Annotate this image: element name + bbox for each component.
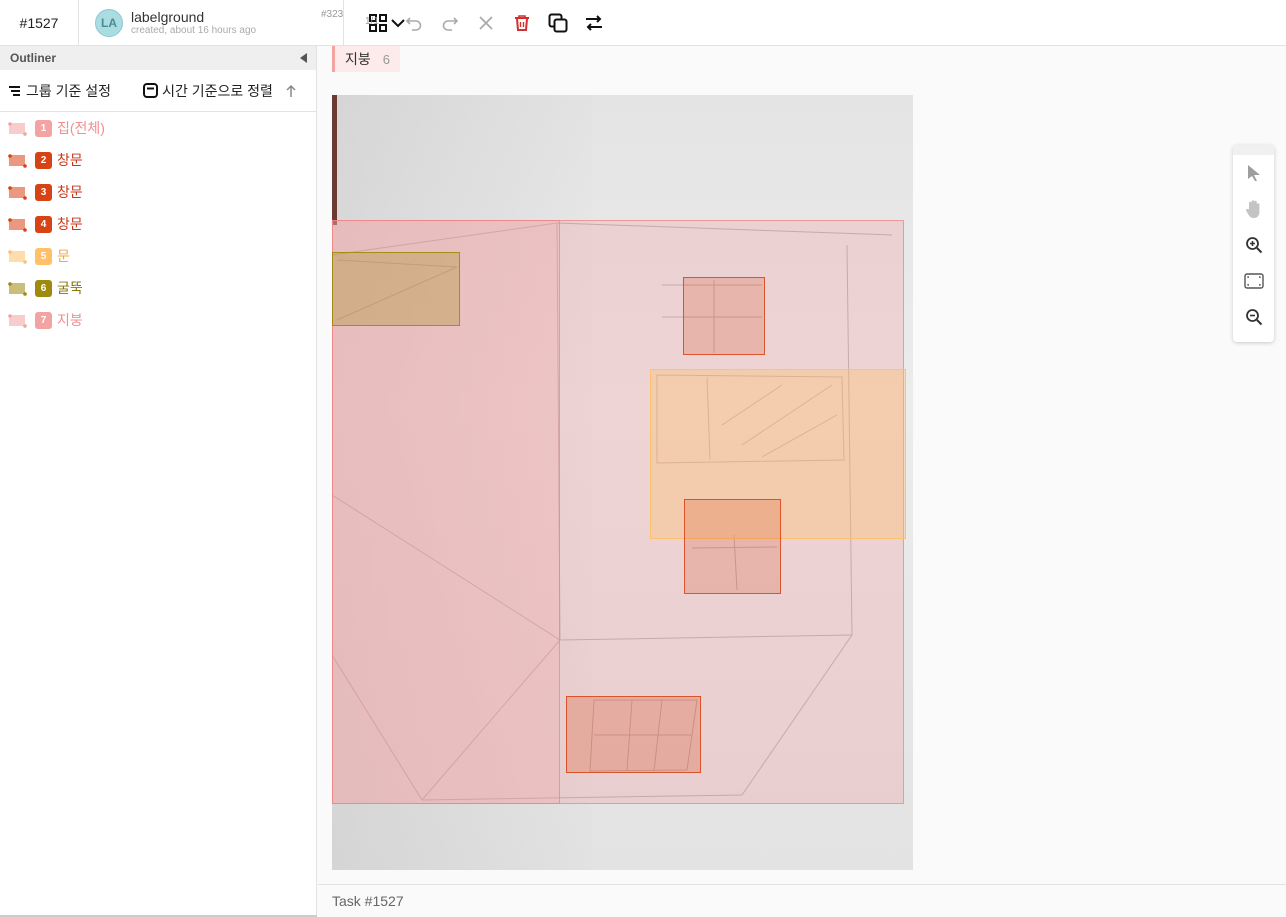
- hand-icon: [1245, 200, 1259, 218]
- outliner-panel: Outliner 그룹 기준 설정 시간 기준으로 정렬 1 집(전체) 2 창문 3 창…: [0, 46, 317, 917]
- list-item[interactable]: 5문: [0, 240, 316, 272]
- item-number-badge: 6: [35, 279, 52, 297]
- item-label: 문: [57, 248, 70, 264]
- redo-icon: [442, 16, 459, 31]
- item-label: 지붕: [57, 312, 83, 328]
- zoom-out-button[interactable]: [1233, 299, 1274, 335]
- canvas-area[interactable]: 지붕 6: [318, 46, 1286, 884]
- list-item[interactable]: 1 집(전체): [0, 112, 316, 144]
- cancel-button[interactable]: [468, 5, 504, 41]
- item-label: 창문: [57, 152, 83, 168]
- outliner-toolbar: 그룹 기준 설정 시간 기준으로 정렬: [0, 70, 316, 112]
- annotation-image[interactable]: [332, 95, 913, 870]
- bounding-box-icon: [8, 218, 27, 232]
- group-list-icon: [9, 85, 20, 96]
- item-label: 창문: [57, 216, 83, 232]
- outliner-header: Outliner: [0, 46, 316, 70]
- task-number: #323: [321, 8, 344, 20]
- outliner-title: Outliner: [10, 51, 57, 65]
- list-item[interactable]: 6 굴뚝: [0, 272, 316, 304]
- footer-task-label: Task #1527: [332, 893, 404, 909]
- item-number-badge: 3: [35, 183, 52, 201]
- item-number-badge: 4: [35, 215, 52, 233]
- copy-button[interactable]: [540, 5, 576, 41]
- zoom-in-button[interactable]: [1233, 227, 1274, 263]
- status-footer: Task #1527: [318, 884, 1286, 917]
- bounding-box-icon: [8, 122, 27, 136]
- list-item[interactable]: 7 지붕: [0, 304, 316, 336]
- close-icon: [479, 15, 493, 30]
- user-name: labelground: [131, 8, 205, 25]
- item-number-badge: 1: [35, 119, 52, 137]
- view-toolbar: [1233, 145, 1274, 342]
- item-number-badge: 2: [35, 151, 52, 169]
- bounding-box-icon: [8, 282, 27, 296]
- chevron-down-icon[interactable]: [389, 14, 407, 32]
- pan-tool[interactable]: [1233, 191, 1274, 227]
- fit-screen-button[interactable]: [1233, 263, 1274, 299]
- sort-label: 시간 기준으로 정렬: [162, 82, 273, 99]
- user-info: LA labelground created, about 16 hours a…: [79, 0, 405, 46]
- chip-label: 지붕: [345, 51, 371, 67]
- chip-count: 6: [382, 51, 390, 67]
- annotation-box-chimney[interactable]: [332, 252, 460, 326]
- bounding-box-icon: [8, 186, 27, 200]
- zoom-out-icon: [1245, 309, 1262, 326]
- group-setting-button[interactable]: 그룹 기준 설정: [8, 81, 111, 101]
- swap-button[interactable]: [576, 5, 612, 41]
- bounding-box-icon: [8, 314, 27, 328]
- list-item[interactable]: 3 창문: [0, 176, 316, 208]
- sort-button[interactable]: 시간 기준으로 정렬: [143, 81, 273, 101]
- clock-box-icon: [143, 83, 159, 98]
- fit-screen-icon: [1243, 273, 1264, 289]
- avatar: LA: [95, 8, 123, 37]
- zoom-in-icon: [1245, 237, 1262, 254]
- trash-icon: [515, 14, 529, 31]
- item-number-badge: 7: [35, 311, 52, 329]
- created-time: created, about 16 hours ago: [131, 24, 257, 36]
- selected-label-chip: 지붕 6: [332, 46, 400, 72]
- list-item[interactable]: 4 창문: [0, 208, 316, 240]
- annotation-box-window-3[interactable]: [566, 696, 701, 773]
- redo-button[interactable]: [432, 5, 468, 41]
- undo-icon: [405, 16, 422, 31]
- task-id: #1527: [0, 0, 79, 46]
- swap-icon: [586, 14, 602, 31]
- annotation-box-window-1[interactable]: [683, 277, 765, 355]
- outliner-list: 1 집(전체) 2 창문 3 창문 4 창문 5 문 6 굴뚝 7 지붕: [0, 112, 316, 336]
- group-setting-label: 그룹 기준 설정: [26, 82, 112, 99]
- copy-icon: [548, 13, 568, 32]
- pager: 1/1: [365, 15, 379, 27]
- top-bar: #1527 LA labelground created, about 16 h…: [0, 0, 1286, 46]
- delete-button[interactable]: [504, 5, 540, 41]
- item-label: 굴뚝: [57, 280, 83, 296]
- item-label: 집(전체): [57, 120, 105, 136]
- list-item[interactable]: 2 창문: [0, 144, 316, 176]
- collapse-icon[interactable]: [300, 53, 308, 63]
- item-number-badge: 5: [35, 247, 52, 265]
- arrow-up-icon[interactable]: [285, 84, 297, 98]
- bounding-box-icon: [8, 250, 27, 264]
- cursor-icon: [1247, 165, 1260, 181]
- item-label: 창문: [57, 184, 83, 200]
- annotation-box-window-2[interactable]: [684, 499, 781, 594]
- bounding-box-icon: [8, 154, 27, 168]
- select-tool[interactable]: [1233, 155, 1274, 191]
